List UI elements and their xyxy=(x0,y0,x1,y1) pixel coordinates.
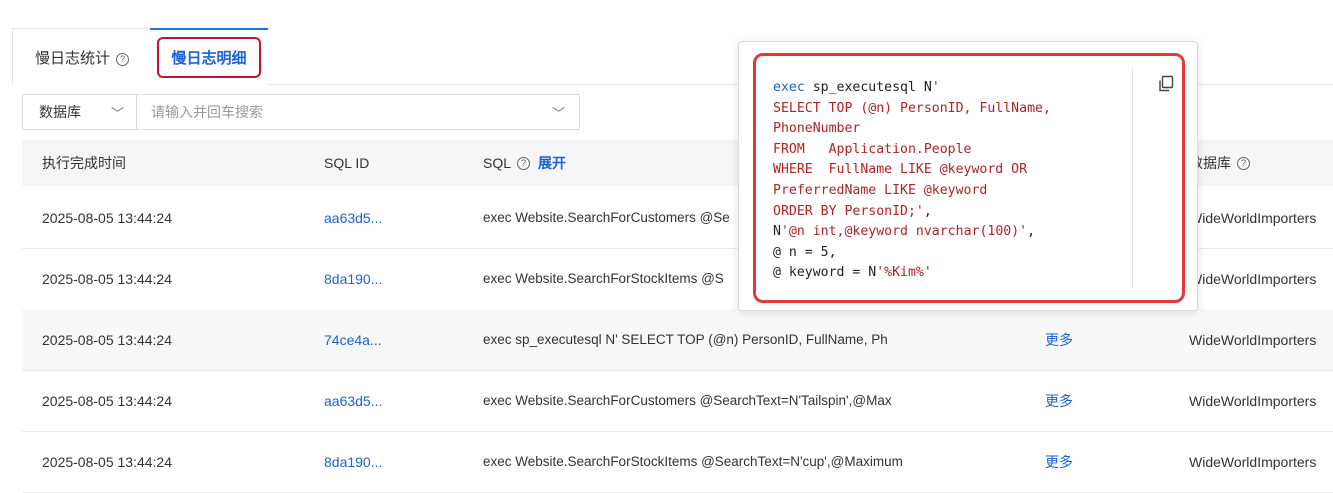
sql-id-link[interactable]: 8da190... xyxy=(324,431,382,492)
more-link[interactable]: 更多 xyxy=(1045,431,1073,492)
cell-database: WideWorldImporters xyxy=(1189,331,1317,348)
cell-sql: exec Website.SearchForStockItems @Search… xyxy=(483,454,903,469)
chevron-down-icon: ﹀ xyxy=(110,105,124,121)
cell-database: WideWorldImporters xyxy=(1189,392,1317,409)
help-icon[interactable]: ? xyxy=(517,156,531,170)
cell-sql: exec sp_executesql N' SELECT TOP (@n) Pe… xyxy=(483,332,888,347)
help-icon[interactable]: ? xyxy=(1237,156,1250,170)
expand-link[interactable]: 展开 xyxy=(538,153,566,173)
cell-sql: exec Website.SearchForStockItems @S xyxy=(483,271,724,286)
database-select[interactable]: 数据库 ﹀ xyxy=(23,95,137,129)
cell-time: 2025-08-05 13:44:24 xyxy=(42,453,172,470)
cell-sql: exec Website.SearchForCustomers @SearchT… xyxy=(483,393,892,408)
more-link[interactable]: 更多 xyxy=(1045,309,1073,370)
table-row: 2025-08-05 13:44:24 aa63d5... exec Websi… xyxy=(22,370,1333,432)
cell-time: 2025-08-05 13:44:24 xyxy=(42,209,172,226)
more-link[interactable]: 更多 xyxy=(1045,370,1073,431)
chevron-down-icon: ﹀ xyxy=(551,105,565,121)
table-row: 2025-08-05 13:44:24 8da190... exec Websi… xyxy=(22,431,1333,493)
tab-slowlog-detail-label: 慢日志明细 xyxy=(157,37,261,78)
sql-id-link[interactable]: 8da190... xyxy=(324,248,382,309)
table-row: 2025-08-05 13:44:24 74ce4a... exec sp_ex… xyxy=(22,309,1333,371)
copy-icon[interactable] xyxy=(1157,75,1175,93)
cell-time: 2025-08-05 13:44:24 xyxy=(42,331,172,348)
sql-id-link[interactable]: 74ce4a... xyxy=(324,309,382,370)
sql-code-block: exec sp_executesql N' SELECT TOP (@n) Pe… xyxy=(773,80,1051,281)
sql-popover: exec sp_executesql N' SELECT TOP (@n) Pe… xyxy=(738,41,1198,311)
cell-database: WideWorldImporters xyxy=(1189,270,1317,287)
cell-time: 2025-08-05 13:44:24 xyxy=(42,270,172,287)
column-header-time: 执行完成时间 xyxy=(42,155,126,171)
tab-slowlog-detail[interactable]: 慢日志明细 xyxy=(150,28,268,85)
filter-bar: 数据库 ﹀ 请输入并回车搜索 ﹀ xyxy=(22,94,580,130)
sql-id-link[interactable]: aa63d5... xyxy=(324,370,382,431)
sql-id-link[interactable]: aa63d5... xyxy=(324,187,382,248)
tab-slowlog-stats-label: 慢日志统计 xyxy=(34,49,110,67)
cell-sql: exec Website.SearchForCustomers @Se xyxy=(483,210,730,225)
cell-database: WideWorldImporters xyxy=(1189,209,1317,226)
search-placeholder: 请输入并回车搜索 xyxy=(151,104,263,120)
help-icon[interactable]: ? xyxy=(116,49,129,66)
database-select-label: 数据库 xyxy=(39,104,81,120)
cell-database: WideWorldImporters xyxy=(1189,453,1317,470)
search-input[interactable]: 请输入并回车搜索 ﹀ xyxy=(137,95,579,129)
tab-slowlog-stats[interactable]: 慢日志统计 ? xyxy=(12,28,151,85)
cell-time: 2025-08-05 13:44:24 xyxy=(42,392,172,409)
column-header-sql: SQL ? 展开 xyxy=(483,153,567,173)
column-header-sql-id: SQL ID xyxy=(324,155,370,171)
column-header-database: 数据库 ? xyxy=(1189,140,1250,186)
popover-divider xyxy=(1132,68,1133,288)
